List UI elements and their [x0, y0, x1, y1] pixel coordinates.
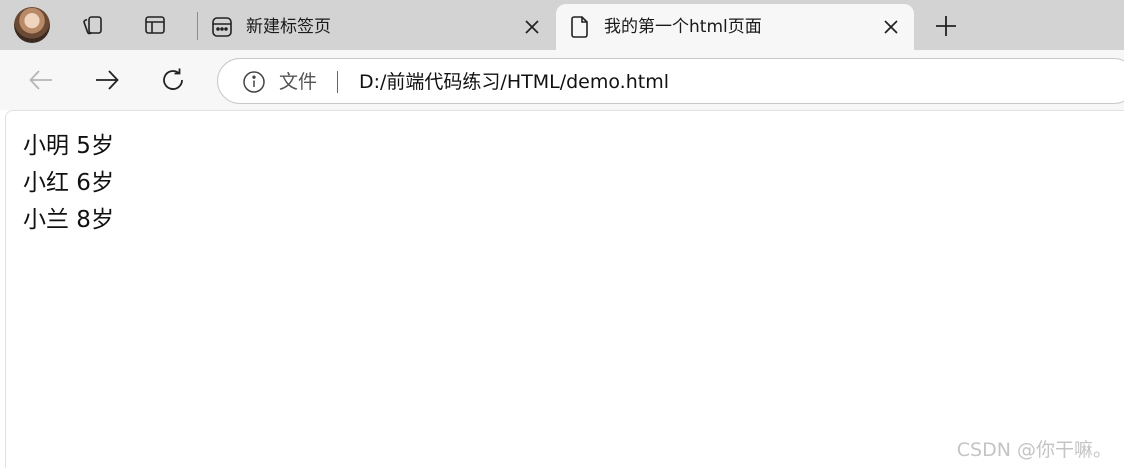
- url-text[interactable]: D:/前端代码练习/HTML/demo.html: [359, 69, 669, 95]
- new-tab-page-icon: [210, 15, 234, 39]
- info-icon[interactable]: [242, 70, 266, 94]
- scheme-label: 文件: [279, 71, 318, 93]
- watermark: CSDN @你干嘛。: [956, 439, 1112, 461]
- tab-demo-page[interactable]: 我的第一个html页面: [556, 4, 914, 50]
- back-arrow-icon[interactable]: [24, 63, 58, 97]
- text-line: 小明 5岁: [23, 133, 114, 159]
- tab-strip: 新建标签页 我的第一个html页面: [0, 0, 1124, 50]
- refresh-icon[interactable]: [156, 63, 190, 97]
- document-icon: [568, 15, 592, 39]
- vertical-tabs-icon[interactable]: [137, 7, 173, 43]
- toolbar: 文件 D:/前端代码练习/HTML/demo.html: [0, 50, 1124, 110]
- forward-arrow-icon[interactable]: [90, 63, 124, 97]
- close-icon[interactable]: [520, 15, 544, 39]
- tab-new-tab[interactable]: 新建标签页: [198, 4, 552, 50]
- text-lines: 小明 5岁 小红 6岁 小兰 8岁: [23, 128, 114, 239]
- profile-avatar[interactable]: [14, 7, 50, 43]
- text-line: 小兰 8岁: [23, 207, 114, 233]
- text-line: 小红 6岁: [23, 170, 114, 196]
- page-content: 小明 5岁 小红 6岁 小兰 8岁 CSDN @你干嘛。: [5, 110, 1124, 468]
- tab-title: 新建标签页: [246, 17, 331, 37]
- address-separator: [337, 71, 338, 93]
- collections-icon[interactable]: [75, 7, 111, 43]
- tab-title: 我的第一个html页面: [604, 17, 762, 37]
- plus-icon[interactable]: [930, 10, 962, 42]
- close-icon[interactable]: [879, 15, 903, 39]
- address-bar[interactable]: 文件 D:/前端代码练习/HTML/demo.html: [217, 58, 1124, 104]
